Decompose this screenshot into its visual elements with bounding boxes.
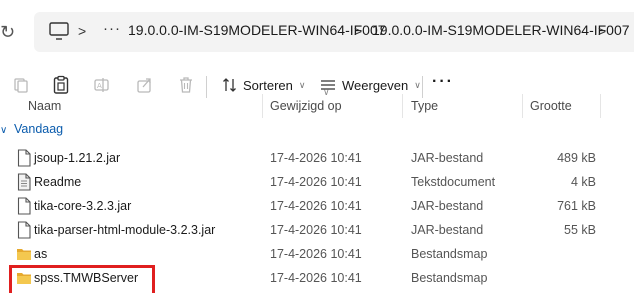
file-row[interactable]: as 17-4-2026 10:41 Bestandsmap — [0, 242, 634, 266]
file-name: tika-parser-html-module-3.2.3.jar — [34, 223, 216, 237]
file-type: Tekstdocument — [411, 175, 496, 189]
breadcrumb-item-parent[interactable]: 19.0.0.0-IM-S19MODELER-WIN64-IF007 — [128, 20, 386, 40]
more-options-button[interactable]: ··· — [432, 73, 454, 91]
chevron-down-icon: ∨ — [298, 79, 306, 90]
column-header-size[interactable]: Grootte — [530, 98, 572, 114]
svg-text:A: A — [97, 82, 102, 90]
file-type: Bestandsmap — [411, 271, 488, 285]
column-divider[interactable] — [600, 94, 601, 118]
file-type: JAR-bestand — [411, 223, 484, 237]
file-modified: 17-4-2026 10:41 — [270, 151, 362, 165]
file-modified: 17-4-2026 10:41 — [270, 271, 362, 285]
file-row[interactable]: jsoup-1.21.2.jar 17-4-2026 10:41 JAR-besta… — [0, 146, 634, 170]
file-size: 489 kB — [557, 151, 596, 165]
file-icon — [16, 221, 32, 239]
file-icon — [16, 149, 32, 167]
file-modified: 17-4-2026 10:41 — [270, 247, 362, 261]
column-divider[interactable] — [402, 94, 403, 118]
file-name: jsoup-1.21.2.jar — [34, 151, 121, 165]
breadcrumb-separator[interactable]: > — [354, 21, 362, 41]
column-header-modified[interactable]: Gewijzigd op — [270, 98, 342, 114]
file-name: tika-core-3.2.3.jar — [34, 199, 132, 213]
file-row[interactable]: tika-parser-html-module-3.2.3.jar 17-4-20… — [0, 218, 634, 242]
file-type: Bestandsmap — [411, 247, 488, 261]
file-type: JAR-bestand — [411, 199, 484, 213]
file-modified: 17-4-2026 10:41 — [270, 223, 362, 237]
highlight-box — [9, 265, 155, 293]
breadcrumb-item-current[interactable]: 19.0.0.0-IM-S19MODELER-WIN64-IF007 — [372, 20, 630, 40]
computer-icon[interactable] — [48, 20, 70, 42]
group-header-today[interactable]: ∨ Vandaag — [0, 122, 63, 142]
breadcrumb-separator[interactable]: > — [78, 21, 86, 41]
file-row[interactable]: tika-core-3.2.3.jar 17-4-2026 10:41 JAR-be… — [0, 194, 634, 218]
text-file-icon — [16, 173, 32, 191]
column-header-type[interactable]: Type — [411, 98, 438, 114]
file-size: 761 kB — [557, 199, 596, 213]
address-bar-area: ↻ > ··· 19.0.0.0-IM-S19MODELER-WIN64-IF0… — [0, 0, 634, 64]
group-label: Vandaag — [14, 122, 64, 136]
file-size: 4 kB — [570, 175, 596, 189]
refresh-icon[interactable]: ↻ — [0, 20, 14, 44]
collapse-arrow-icon[interactable]: ∨ — [0, 125, 14, 136]
file-row[interactable]: Readme 17-4-2026 10:41 Tekstdocument 4 kB — [0, 170, 634, 194]
sort-indicator-icon: ∨ — [323, 87, 330, 97]
folder-icon — [16, 245, 32, 263]
column-header-row: Naam Gewijzigd op Type Grootte — [0, 90, 634, 120]
file-name: Readme — [34, 175, 82, 189]
column-divider[interactable] — [262, 94, 263, 118]
breadcrumb-separator[interactable]: > — [598, 21, 606, 41]
column-header-name[interactable]: Naam — [28, 98, 61, 114]
column-divider[interactable] — [522, 94, 523, 118]
ellipsis-icon[interactable]: ··· — [103, 19, 121, 39]
file-name: as — [34, 247, 48, 261]
file-size: 55 kB — [564, 223, 596, 237]
file-modified: 17-4-2026 10:41 — [270, 199, 362, 213]
file-type: JAR-bestand — [411, 151, 484, 165]
chevron-down-icon: ∨ — [414, 79, 421, 90]
file-icon — [16, 197, 32, 215]
file-modified: 17-4-2026 10:41 — [270, 175, 362, 189]
